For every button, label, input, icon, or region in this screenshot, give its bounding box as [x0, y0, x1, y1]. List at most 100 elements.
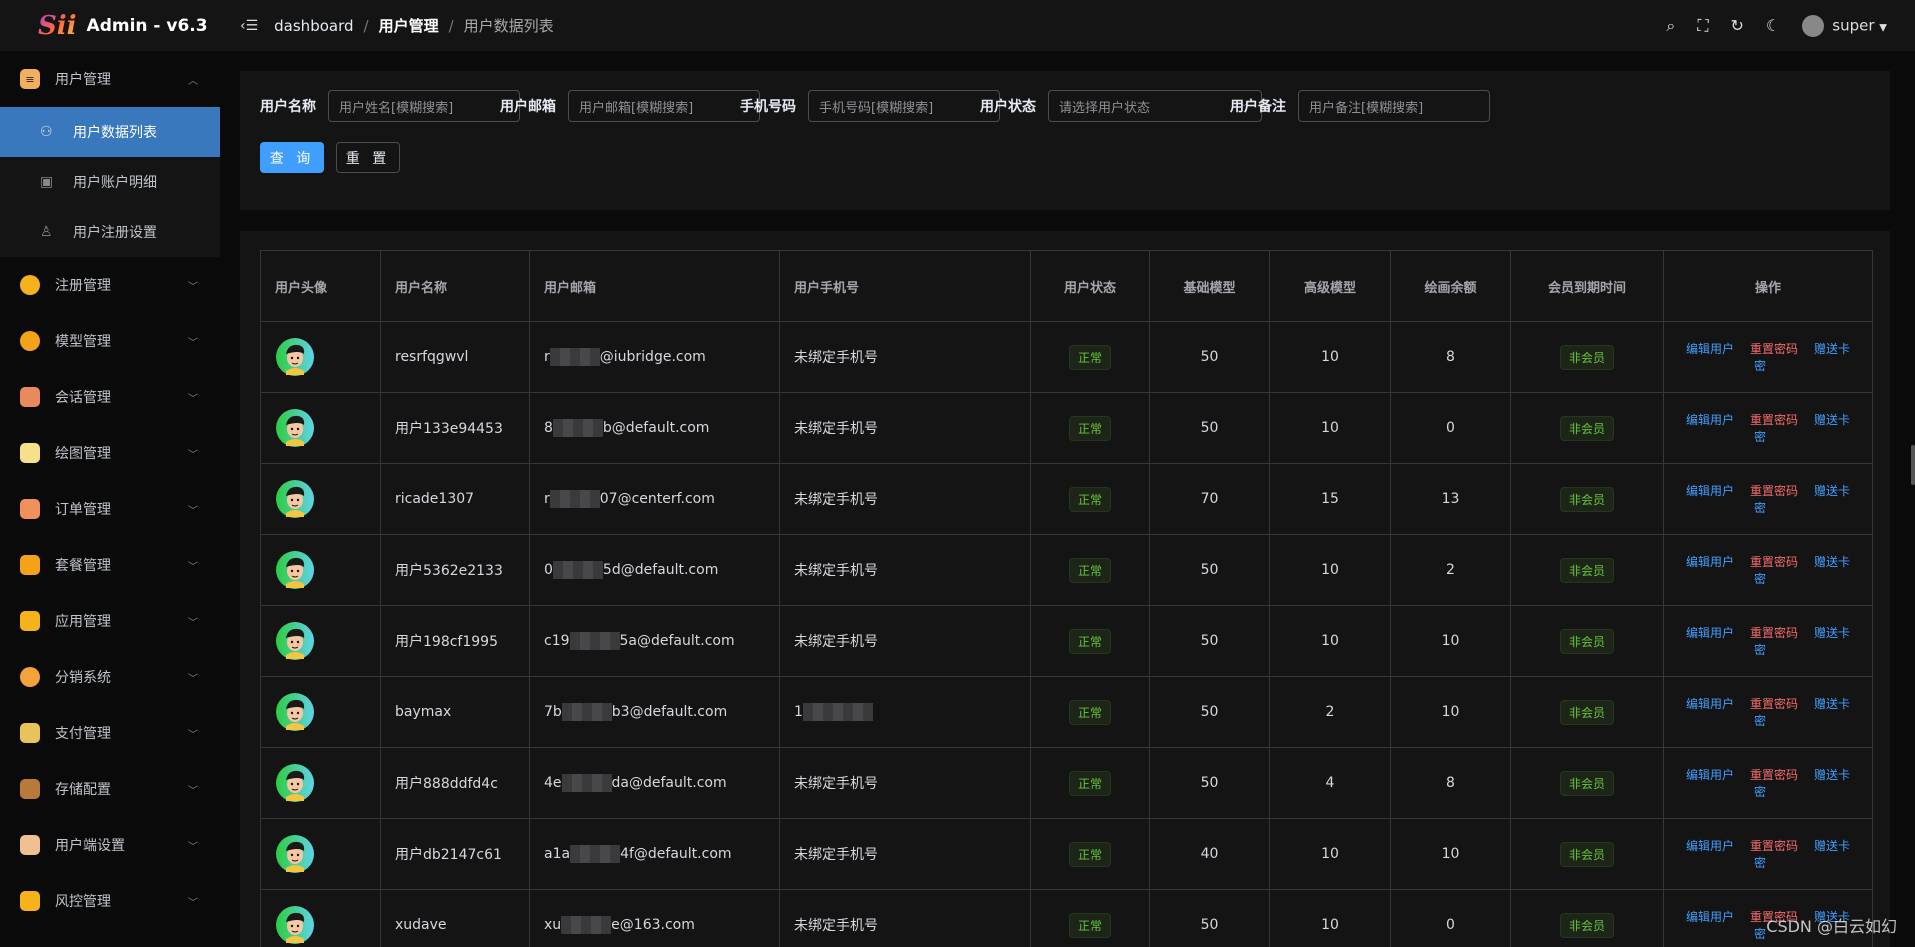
chevron-down-icon: ﹀ — [188, 281, 198, 293]
sidebar-item[interactable]: 套餐管理 ﹀ — [0, 537, 220, 593]
redaction-mask — [569, 632, 620, 650]
search-icon[interactable]: ⌕ — [1666, 16, 1675, 36]
sidebar-item-label: 注册管理 — [55, 278, 111, 294]
client-settings-icon — [20, 835, 40, 855]
user-phone: 未绑定手机号 — [779, 889, 1031, 947]
user-email: 0 5d@default.com — [529, 534, 780, 606]
sidebar-subitem[interactable]: ▣ 用户账户明细 — [0, 157, 220, 207]
sidebar-item[interactable]: 风控管理 ﹀ — [0, 873, 220, 929]
quota-advanced: 10 — [1269, 818, 1391, 890]
chevron-down-icon: ﹀ — [188, 841, 198, 853]
quota-basic: 50 — [1149, 534, 1270, 606]
quota-advanced: 15 — [1269, 463, 1391, 535]
phone-text: 未绑定手机号 — [794, 776, 878, 792]
user-status: 正常 — [1030, 321, 1150, 393]
sidebar-subitem[interactable]: ♙ 用户注册设置 — [0, 207, 220, 257]
sidebar-item-label: 套餐管理 — [55, 558, 111, 574]
actions: 编辑用户 重置密码 赠送卡密 — [1663, 321, 1873, 393]
column-header: 用户头像 — [260, 250, 381, 322]
member-expiry: 非会员 — [1510, 676, 1664, 748]
edit-user-link[interactable]: 编辑用户 — [1686, 555, 1734, 569]
reset-password-link[interactable]: 重置密码 — [1750, 555, 1798, 569]
sidebar-item[interactable]: 分销系统 ﹀ — [0, 649, 220, 705]
phone-text: 未绑定手机号 — [794, 350, 878, 366]
sidebar-group-user-management[interactable]: ≡ 用户管理 ︿ — [0, 51, 220, 107]
caret-down-icon: ▼ — [1879, 22, 1887, 33]
reset-button[interactable]: 重 置 — [336, 142, 400, 173]
table-row: 用户888ddfd4c 4e da@default.com 未绑定手机号 正常 50 4 8 非… — [260, 747, 1873, 819]
quota-draw: 8 — [1390, 321, 1511, 393]
table-row: resrfqgwvl r @iubridge.com 未绑定手机号 正常 50 10 8 非会员… — [260, 321, 1873, 393]
sidebar-item[interactable]: 绘图管理 ﹀ — [0, 425, 220, 481]
edit-user-link[interactable]: 编辑用户 — [1686, 910, 1734, 924]
redaction-mask — [549, 490, 600, 508]
quota-basic: 50 — [1149, 392, 1270, 464]
search-input[interactable]: 手机号码[模糊搜索] — [808, 90, 1000, 122]
phone-text: 未绑定手机号 — [794, 918, 878, 934]
shield-icon — [20, 891, 40, 911]
reset-password-link[interactable]: 重置密码 — [1750, 768, 1798, 782]
edit-user-link[interactable]: 编辑用户 — [1686, 342, 1734, 356]
reset-password-link[interactable]: 重置密码 — [1750, 484, 1798, 498]
user-phone: 未绑定手机号 — [779, 605, 1031, 677]
sidebar-subitem[interactable]: ⚇ 用户数据列表 — [0, 107, 220, 157]
user-email: 4e da@default.com — [529, 747, 780, 819]
edit-user-link[interactable]: 编辑用户 — [1686, 626, 1734, 640]
sidebar-item[interactable]: 存储配置 ﹀ — [0, 761, 220, 817]
user-menu[interactable]: super ▼ — [1802, 14, 1887, 37]
sidebar-item-label: 风控管理 — [55, 894, 111, 910]
search-input[interactable]: 用户备注[模糊搜索] — [1298, 90, 1490, 122]
scrollbar[interactable] — [1911, 445, 1915, 485]
sidebar-item[interactable]: 用户端设置 ﹀ — [0, 817, 220, 873]
reset-password-link[interactable]: 重置密码 — [1750, 413, 1798, 427]
sidebar-item[interactable]: 会话管理 ﹀ — [0, 369, 220, 425]
query-button[interactable]: 查 询 — [260, 142, 324, 173]
sidebar-item[interactable]: 应用管理 ﹀ — [0, 593, 220, 649]
sidebar-item[interactable]: 支付管理 ﹀ — [0, 705, 220, 761]
fullscreen-icon[interactable]: ⛶ — [1697, 16, 1708, 36]
quota-draw: 10 — [1390, 605, 1511, 677]
reset-password-link[interactable]: 重置密码 — [1750, 839, 1798, 853]
sidebar-item[interactable]: 注册管理 ﹀ — [0, 257, 220, 313]
edit-user-link[interactable]: 编辑用户 — [1686, 413, 1734, 427]
collapse-sidebar-icon[interactable]: ‹☰ — [240, 18, 258, 34]
refresh-icon[interactable]: ↻ — [1731, 16, 1744, 35]
dark-mode-moon-icon[interactable]: ☾ — [1766, 16, 1780, 35]
email-prefix: 7b — [544, 704, 562, 720]
chevron-down-icon: ﹀ — [188, 673, 198, 685]
breadcrumb-dashboard[interactable]: dashboard — [274, 17, 353, 35]
edit-user-link[interactable]: 编辑用户 — [1686, 484, 1734, 498]
reset-password-link[interactable]: 重置密码 — [1750, 697, 1798, 711]
edit-user-link[interactable]: 编辑用户 — [1686, 697, 1734, 711]
user-phone: 未绑定手机号 — [779, 392, 1031, 464]
user-status: 正常 — [1030, 818, 1150, 890]
phone-text: 未绑定手机号 — [794, 563, 878, 579]
user-name: baymax — [380, 676, 530, 748]
phone-text: 未绑定手机号 — [794, 847, 878, 863]
redaction-mask — [561, 703, 612, 721]
edit-user-link[interactable]: 编辑用户 — [1686, 768, 1734, 782]
chevron-down-icon: ﹀ — [188, 337, 198, 349]
edit-user-link[interactable]: 编辑用户 — [1686, 839, 1734, 853]
avatar — [260, 605, 381, 677]
breadcrumb-user-management[interactable]: 用户管理 — [379, 15, 439, 36]
quota-basic: 50 — [1149, 676, 1270, 748]
search-input[interactable]: 用户邮箱[模糊搜索] — [568, 90, 760, 122]
user-name: resrfqgwvl — [380, 321, 530, 393]
sidebar-item-label: 分销系统 — [55, 670, 111, 686]
sidebar-item[interactable]: 模型管理 ﹀ — [0, 313, 220, 369]
placeholder: 用户邮箱[模糊搜索] — [579, 100, 694, 116]
quota-advanced: 10 — [1269, 321, 1391, 393]
sidebar-item[interactable]: 订单管理 ﹀ — [0, 481, 220, 537]
package-cards-icon — [20, 555, 40, 575]
avatar — [260, 321, 381, 393]
reset-password-link[interactable]: 重置密码 — [1750, 342, 1798, 356]
redaction-mask — [570, 845, 621, 863]
quota-advanced: 4 — [1269, 747, 1391, 819]
search-input[interactable]: 用户姓名[模糊搜索] — [328, 90, 520, 122]
quota-basic: 50 — [1149, 747, 1270, 819]
table-row: 用户db2147c61 a1a 4f@default.com 未绑定手机号 正常 40 10… — [260, 818, 1873, 890]
reset-password-link[interactable]: 重置密码 — [1750, 626, 1798, 640]
logo[interactable]: Sii Admin - v6.3 — [0, 0, 220, 51]
quota-advanced: 10 — [1269, 605, 1391, 677]
